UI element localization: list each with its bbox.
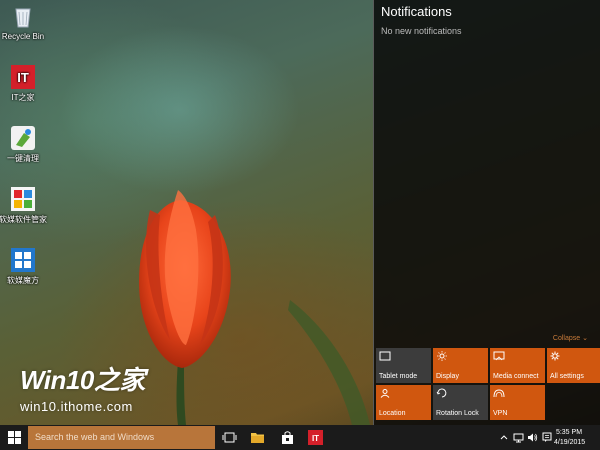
watermark-title: Win10之家 — [20, 365, 145, 395]
quick-action-label: All settings — [550, 373, 584, 380]
quick-action-media-connect[interactable]: Media connect — [490, 348, 545, 383]
quick-action-label: Location — [379, 410, 406, 417]
ithome-taskbar-icon[interactable]: IT — [308, 430, 323, 445]
quick-action-label: Rotation Lock — [436, 410, 479, 417]
quick-action-vpn[interactable]: VPN — [490, 385, 545, 420]
quick-action-empty-slot — [547, 385, 600, 420]
quick-action-label: VPN — [493, 410, 508, 417]
brightness-icon — [437, 351, 447, 361]
quick-action-label: Tablet mode — [379, 373, 418, 380]
clock-time: 5:35 PM — [555, 429, 583, 436]
rubik-cube-icon — [11, 248, 35, 272]
notification-icon[interactable] — [542, 432, 552, 443]
quick-action-display[interactable]: Display — [433, 348, 488, 383]
location-icon — [380, 389, 390, 398]
task-view-icon[interactable] — [222, 430, 237, 445]
quick-action-tablet-mode[interactable]: Tablet mode — [376, 348, 431, 383]
desktop-icon-ithome[interactable]: IT IT之家 — [0, 64, 51, 103]
action-center-panel: Notifications No new notifications Colla… — [373, 0, 600, 425]
quick-action-rotation-lock[interactable]: Rotation Lock — [433, 385, 488, 420]
quick-action-label: Media connect — [493, 373, 539, 380]
file-explorer-icon[interactable] — [250, 430, 265, 445]
clock-date: 4/19/2015 — [554, 438, 586, 446]
desktop-icon-label: 软媒软件管家 — [0, 215, 47, 224]
windows-start-icon[interactable] — [8, 431, 21, 444]
tablet-icon — [379, 351, 391, 361]
project-icon — [493, 351, 505, 361]
taskbar-clock[interactable]: 5:35 PM 4/19/2015 — [554, 428, 586, 448]
site-watermark: Win10之家 win10.ithome.com — [20, 360, 145, 414]
search-box[interactable]: Search the web and Windows — [28, 426, 215, 449]
ithome-app-icon: IT — [11, 65, 35, 89]
desktop-icon-label: IT之家 — [11, 93, 35, 102]
search-placeholder: Search the web and Windows — [35, 432, 155, 442]
desktop-icon-rubik[interactable]: 软媒魔方 — [0, 247, 51, 286]
quick-action-all-settings[interactable]: All settings — [547, 348, 600, 383]
software-manager-icon — [11, 187, 35, 211]
vpn-icon — [493, 389, 505, 398]
quick-action-label: Display — [436, 373, 459, 380]
chevron-down-icon: ⌄ — [582, 335, 588, 342]
svg-text:IT: IT — [17, 70, 29, 85]
volume-icon[interactable] — [527, 432, 538, 443]
collapse-label: Collapse — [552, 335, 581, 342]
chevron-up-icon[interactable] — [500, 432, 508, 443]
recycle-bin-icon — [15, 8, 31, 28]
gear-icon — [550, 351, 560, 361]
desktop-icon-cleanup[interactable]: 一键清理 — [0, 125, 51, 164]
desktop-icon-software-manager[interactable]: 软媒软件管家 — [0, 186, 51, 225]
collapse-link[interactable]: Collapse ⌄ — [553, 334, 588, 342]
network-icon[interactable] — [513, 432, 524, 443]
taskbar: Search the web and Windows IT 5:35 PM 4/… — [0, 425, 600, 450]
quick-action-location[interactable]: Location — [376, 385, 431, 420]
rotation-icon — [436, 388, 447, 398]
broom-cleanup-icon — [11, 126, 35, 150]
svg-text:IT: IT — [312, 434, 319, 443]
quick-actions-grid: Tablet mode Display Media connect All se… — [376, 348, 600, 420]
desktop-icon-label: 一键清理 — [7, 154, 39, 163]
notifications-heading: Notifications — [381, 4, 452, 19]
no-notifications-text: No new notifications — [381, 26, 462, 36]
desktop-icon-label: Recycle Bin — [1, 32, 45, 41]
desktop-icon-label: 软媒魔方 — [7, 276, 39, 285]
desktop-icon-recycle-bin[interactable]: Recycle Bin — [0, 3, 51, 42]
store-icon[interactable] — [280, 430, 295, 445]
watermark-url: win10.ithome.com — [20, 399, 133, 414]
